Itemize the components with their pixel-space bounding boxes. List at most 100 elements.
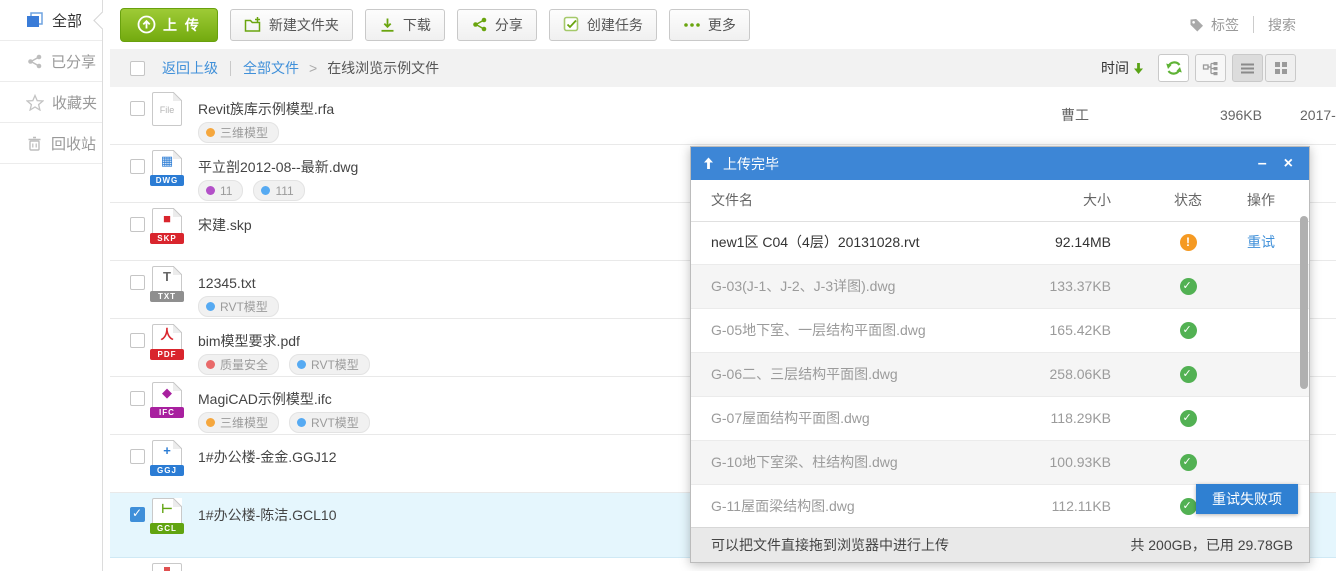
file-name[interactable]: 平立剖2012-08--最新.dwg bbox=[198, 157, 358, 177]
divider bbox=[230, 61, 231, 76]
upload-file-name: G-11屋面梁结构图.dwg bbox=[711, 485, 994, 528]
tag-label: RVT模型 bbox=[311, 356, 359, 373]
file-name[interactable]: 1#办公楼-金金.GGJ12 bbox=[198, 447, 336, 467]
tags-label: 标签 bbox=[1211, 15, 1239, 35]
upload-arrow-icon bbox=[703, 157, 714, 170]
tag-color-dot bbox=[261, 186, 270, 195]
close-icon[interactable]: × bbox=[1280, 156, 1297, 172]
upload-panel: 上传完毕 – × 文件名 大小 状态 操作 new1区 C04（4层）20131… bbox=[690, 146, 1310, 563]
file-name[interactable]: MagiCAD示例模型.ifc bbox=[198, 389, 332, 409]
new-folder-button[interactable]: 新建文件夹 bbox=[230, 9, 353, 41]
file-type-icon: + GGJ bbox=[152, 440, 182, 476]
create-task-label: 创建任务 bbox=[587, 15, 643, 35]
star-icon bbox=[26, 94, 44, 111]
tags-button[interactable]: 标签 bbox=[1189, 15, 1239, 35]
share-icon bbox=[471, 16, 488, 33]
tag-color-dot bbox=[206, 360, 215, 369]
column-action: 操作 bbox=[1221, 180, 1301, 221]
tag-label: 质量安全 bbox=[220, 356, 268, 373]
list-view-icon bbox=[1240, 62, 1255, 75]
tag-pill[interactable]: RVT模型 bbox=[289, 412, 370, 433]
breadcrumb-current: 在线浏览示例文件 bbox=[327, 58, 439, 78]
upload-row: G-06二、三层结构平面图.dwg 258.06KB bbox=[691, 353, 1309, 397]
trash-icon bbox=[26, 135, 43, 152]
sidebar-item-label: 收藏夹 bbox=[52, 92, 97, 113]
more-dots-icon bbox=[683, 21, 701, 29]
download-label: 下载 bbox=[403, 15, 431, 35]
search-button[interactable]: 搜索 bbox=[1268, 15, 1296, 35]
tag-pill[interactable]: 三维模型 bbox=[198, 412, 279, 433]
upload-row: new1区 C04（4层）20131028.rvt 92.14MB 重试 bbox=[691, 221, 1309, 265]
panel-scrollbar-thumb[interactable] bbox=[1300, 216, 1308, 389]
row-checkbox[interactable] bbox=[130, 391, 145, 406]
breadcrumb-bar: 返回上级 全部文件 > 在线浏览示例文件 时间 bbox=[110, 49, 1336, 87]
upload-button[interactable]: 上 传 bbox=[120, 8, 218, 42]
tag-list: 三维模型 RVT模型 bbox=[198, 412, 370, 433]
status-success-icon bbox=[1180, 498, 1197, 515]
select-all-checkbox[interactable] bbox=[130, 61, 145, 76]
status-success-icon bbox=[1180, 322, 1197, 339]
upload-panel-titlebar[interactable]: 上传完毕 – × bbox=[691, 147, 1309, 180]
sidebar-item-label: 回收站 bbox=[51, 133, 96, 154]
file-name[interactable]: Revit族库示例模型.rfa bbox=[198, 99, 334, 119]
tag-pill[interactable]: 质量安全 bbox=[198, 354, 279, 375]
back-to-parent-link[interactable]: 返回上级 bbox=[162, 58, 218, 78]
list-controls: 时间 bbox=[1101, 49, 1296, 87]
breadcrumb-root-link[interactable]: 全部文件 bbox=[243, 58, 299, 78]
row-checkbox[interactable] bbox=[130, 275, 145, 290]
sidebar-item-shared[interactable]: 已分享 bbox=[0, 41, 102, 82]
sort-by-time-control[interactable]: 时间 bbox=[1101, 58, 1144, 78]
tag-pill[interactable]: RVT模型 bbox=[198, 296, 279, 317]
sort-desc-arrow-icon bbox=[1133, 62, 1144, 75]
tag-color-dot bbox=[206, 302, 215, 311]
upload-label: 上 传 bbox=[163, 15, 201, 35]
tag-pill[interactable]: 11 bbox=[198, 180, 243, 201]
grid-view-button[interactable] bbox=[1265, 54, 1296, 82]
upload-file-name: G-05地下室、一层结构平面图.dwg bbox=[711, 309, 994, 352]
row-checkbox[interactable] bbox=[130, 101, 145, 116]
retry-link[interactable]: 重试 bbox=[1247, 234, 1275, 250]
sidebar-item-favorites[interactable]: 收藏夹 bbox=[0, 82, 102, 123]
upload-file-size: 133.37KB bbox=[991, 265, 1111, 308]
tag-pill[interactable]: 三维模型 bbox=[198, 122, 279, 143]
retry-failed-button[interactable]: 重试失败项 bbox=[1196, 484, 1298, 514]
list-view-button[interactable] bbox=[1232, 54, 1263, 82]
sidebar-item-trash[interactable]: 回收站 bbox=[0, 123, 102, 164]
new-folder-label: 新建文件夹 bbox=[269, 15, 339, 35]
row-checkbox[interactable] bbox=[130, 333, 145, 348]
file-name[interactable]: 宋建.skp bbox=[198, 215, 252, 235]
refresh-button[interactable] bbox=[1158, 54, 1189, 82]
more-button[interactable]: 更多 bbox=[669, 9, 750, 41]
file-name[interactable]: 1#办公楼-陈洁.GCL10 bbox=[198, 505, 336, 525]
create-task-button[interactable]: 创建任务 bbox=[549, 9, 657, 41]
upload-row: G-07屋面结构平面图.dwg 118.29KB bbox=[691, 397, 1309, 441]
tag-pill[interactable]: 111 bbox=[253, 180, 304, 201]
table-row[interactable]: File Revit族库示例模型.rfa 三维模型 曹工 396KB 2017-… bbox=[110, 87, 1336, 145]
status-success-icon bbox=[1180, 410, 1197, 427]
upload-panel-title: 上传完毕 bbox=[723, 154, 779, 174]
row-checkbox[interactable] bbox=[130, 217, 145, 232]
row-checkbox-checked[interactable] bbox=[130, 507, 145, 522]
file-name[interactable]: bim模型要求.pdf bbox=[198, 331, 300, 351]
row-checkbox[interactable] bbox=[130, 449, 145, 464]
download-button[interactable]: 下载 bbox=[365, 9, 445, 41]
tag-color-dot bbox=[297, 360, 306, 369]
storage-usage: 共 200GB，已用 29.78GB bbox=[1130, 528, 1293, 562]
file-name[interactable]: 12345.txt bbox=[198, 273, 256, 293]
file-manager-app: 全部 已分享 收藏夹 回收站 上 传 bbox=[0, 0, 1336, 571]
row-checkbox[interactable] bbox=[130, 159, 145, 174]
grid-view-icon bbox=[1274, 61, 1288, 75]
file-owner: 曹工 bbox=[1030, 87, 1120, 144]
breadcrumb-separator: > bbox=[309, 60, 317, 76]
tag-icon bbox=[1189, 17, 1205, 33]
share-button[interactable]: 分享 bbox=[457, 9, 537, 41]
status-success-icon bbox=[1180, 454, 1197, 471]
tag-pill[interactable]: RVT模型 bbox=[289, 354, 370, 375]
tree-view-icon bbox=[1202, 60, 1219, 77]
sidebar-item-all[interactable]: 全部 bbox=[0, 0, 102, 41]
tree-view-button[interactable] bbox=[1195, 54, 1226, 82]
tag-color-dot bbox=[297, 418, 306, 427]
tag-list: 质量安全 RVT模型 bbox=[198, 354, 370, 375]
minimize-button[interactable]: – bbox=[1254, 156, 1271, 172]
folders-icon bbox=[26, 12, 44, 28]
